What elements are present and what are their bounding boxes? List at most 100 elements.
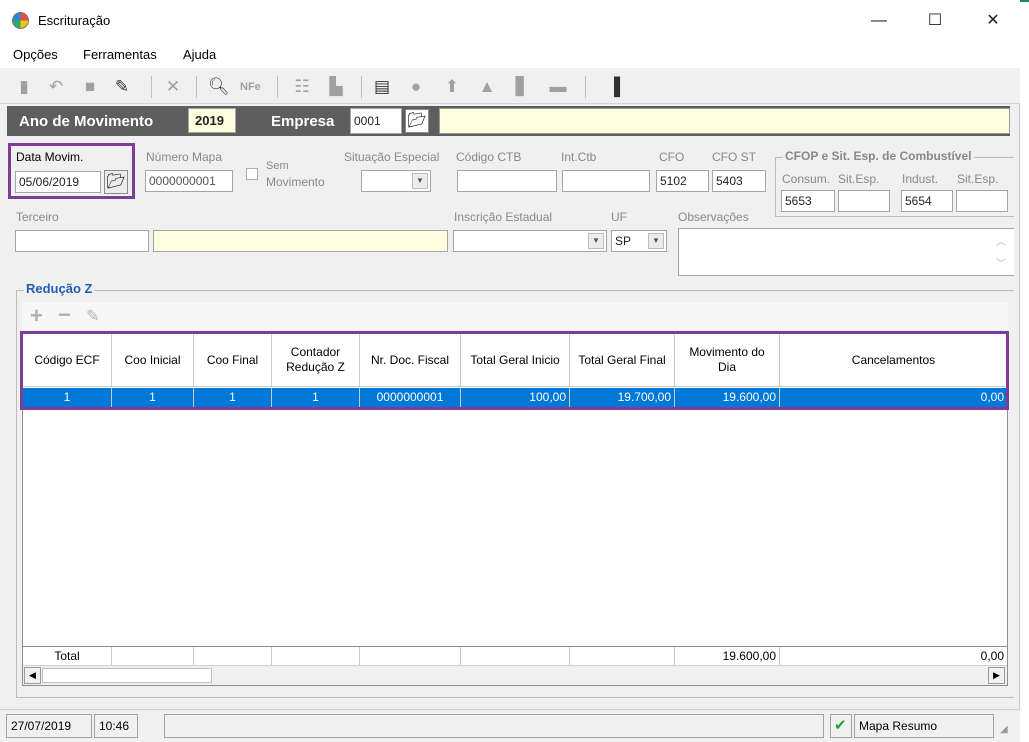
- combustivel-group-title: CFOP e Sit. Esp. de Combustível: [783, 149, 974, 163]
- data-movim-folder-icon[interactable]: 📂︎: [104, 170, 128, 194]
- codigo-ctb-label: Código CTB: [456, 150, 522, 164]
- sit-esp-label-1: Sit.Esp.: [838, 172, 880, 186]
- menu-ajuda[interactable]: Ajuda: [183, 47, 216, 62]
- undo-icon[interactable]: ↶: [46, 77, 66, 97]
- resize-grip-icon[interactable]: ◢: [1000, 724, 1008, 735]
- column-header-cancelamentos[interactable]: Cancelamentos: [780, 334, 1007, 387]
- column-header-total-geral-inicio[interactable]: Total Geral Inicio: [461, 334, 570, 387]
- status-date: 27/07/2019: [6, 714, 92, 738]
- inscricao-estadual-select[interactable]: ▼: [453, 230, 607, 252]
- scroll-right-icon[interactable]: ▶: [988, 667, 1005, 684]
- horizontal-scrollbar[interactable]: ◀ ▶: [23, 665, 1007, 685]
- footer-cell: [272, 647, 360, 665]
- terceiro-name-field[interactable]: [153, 230, 448, 252]
- write-icon[interactable]: ✎: [112, 77, 132, 97]
- cell-movimento-do-dia[interactable]: 19.600,00: [675, 388, 780, 407]
- chevron-down-icon: ▼: [412, 173, 428, 189]
- reducao-z-table: Código ECF Coo Inicial Coo Final Contado…: [22, 333, 1008, 686]
- consum-label: Consum.: [782, 172, 831, 186]
- consum-field[interactable]: 5653: [781, 190, 835, 212]
- maximize-button[interactable]: ☐: [912, 6, 958, 36]
- cell-coo-inicial[interactable]: 1: [112, 388, 194, 407]
- edit-icon[interactable]: ✎: [86, 306, 99, 326]
- column-header-total-geral-final[interactable]: Total Geral Final: [570, 334, 675, 387]
- situacao-especial-select[interactable]: ▼: [361, 170, 431, 192]
- table-row[interactable]: 1 1 1 1 0000000001 100,00 19.700,00 19.6…: [23, 388, 1007, 407]
- cell-total-geral-final[interactable]: 19.700,00: [570, 388, 675, 407]
- empresa-field[interactable]: 0001: [350, 108, 402, 134]
- nfe-icon[interactable]: NFe: [240, 77, 261, 97]
- edit-doc-icon[interactable]: ▤: [372, 77, 392, 97]
- consum-sit-esp-field[interactable]: [838, 190, 890, 212]
- footer-total-cancelamentos: 0,00: [980, 649, 1004, 663]
- footer-cell: [112, 647, 194, 665]
- cell-total-geral-inicio[interactable]: 100,00: [461, 388, 570, 407]
- dash-icon[interactable]: ▬: [548, 77, 568, 97]
- truck-icon[interactable]: ▙: [326, 77, 346, 97]
- indust-sit-esp-field[interactable]: [956, 190, 1008, 212]
- cell-coo-final[interactable]: 1: [194, 388, 272, 407]
- tree-icon[interactable]: ☷: [292, 77, 312, 97]
- column-header-movimento-do-dia[interactable]: Movimento do Dia: [675, 334, 780, 387]
- cfo-field[interactable]: 5102: [656, 170, 709, 192]
- codigo-ctb-field[interactable]: [457, 170, 557, 192]
- column-header-contador-reducao-z[interactable]: Contador Redução Z: [272, 334, 360, 387]
- numero-mapa-field[interactable]: 0000000001: [145, 170, 233, 192]
- sem-movimento-label-2: Movimento: [266, 175, 325, 189]
- toolbar-separator: [585, 76, 586, 98]
- uf-value: SP: [615, 234, 632, 248]
- delete-icon[interactable]: ✕: [163, 77, 183, 97]
- remove-icon[interactable]: −: [58, 302, 71, 328]
- window-title: Escrituração: [38, 13, 111, 28]
- indust-field[interactable]: 5654: [901, 190, 953, 212]
- column-header-codigo-ecf[interactable]: Código ECF: [23, 334, 112, 387]
- indust-label: Indust.: [902, 172, 939, 186]
- column-header-coo-final[interactable]: Coo Final: [194, 334, 272, 387]
- column-header-coo-inicial[interactable]: Coo Inicial: [112, 334, 194, 387]
- scroll-up-icon[interactable]: ︿: [996, 233, 1006, 253]
- cell-cancelamentos[interactable]: 0,00: [780, 388, 1007, 407]
- list-icon[interactable]: ▋: [512, 77, 532, 97]
- new-icon[interactable]: ▮: [14, 77, 34, 97]
- footer-total-movimento: 19.600,00: [675, 647, 780, 665]
- toolbar-separator: [151, 76, 152, 98]
- toolbar: ▮ ↶ ■ ✎ ✕ 🔍︎ NFe ☷ ▙ ▤ ● ⬆ ▲ ▋ ▬ ▐: [0, 68, 1020, 104]
- ano-movimento-label: Ano de Movimento: [19, 113, 154, 130]
- data-movim-field[interactable]: 05/06/2019: [15, 171, 101, 193]
- observacoes-label: Observações: [678, 210, 749, 224]
- minimize-button[interactable]: —: [856, 6, 902, 36]
- house-icon[interactable]: ▲: [477, 77, 497, 97]
- observacoes-textarea[interactable]: ︿ ﹀: [678, 228, 1014, 276]
- scrollbar-thumb[interactable]: [42, 668, 212, 683]
- status-mode: Mapa Resumo: [854, 714, 994, 738]
- cfo-st-field[interactable]: 5403: [712, 170, 766, 192]
- cfo-label: CFO: [659, 150, 685, 164]
- scroll-down-icon[interactable]: ﹀: [996, 255, 1006, 275]
- add-icon[interactable]: +: [30, 303, 43, 329]
- empresa-folder-icon[interactable]: 📂︎: [405, 109, 429, 133]
- status-time: 10:46: [94, 714, 138, 738]
- terceiro-code-field[interactable]: [15, 230, 149, 252]
- title-bar: Escrituração — ☐ ✕: [0, 0, 1020, 42]
- cell-contador-reducao-z[interactable]: 1: [272, 388, 360, 407]
- reducao-toolbar: + − ✎: [22, 302, 1008, 330]
- footer-cell: [570, 647, 675, 665]
- uf-select[interactable]: SP ▼: [611, 230, 667, 252]
- menu-opcoes[interactable]: Opções: [13, 47, 58, 62]
- preview-icon[interactable]: 🔍︎: [208, 77, 230, 97]
- cell-nr-doc-fiscal[interactable]: 0000000001: [360, 388, 461, 407]
- menu-ferramentas[interactable]: Ferramentas: [83, 47, 157, 62]
- scroll-left-icon[interactable]: ◀: [24, 667, 41, 684]
- close-button[interactable]: ✕: [970, 6, 1016, 36]
- int-ctb-field[interactable]: [562, 170, 650, 192]
- apple-icon[interactable]: ●: [406, 77, 426, 97]
- column-header-nr-doc-fiscal[interactable]: Nr. Doc. Fiscal: [360, 334, 461, 387]
- upload-icon[interactable]: ⬆: [442, 77, 462, 97]
- stop-icon[interactable]: ■: [80, 77, 100, 97]
- ano-movimento-field[interactable]: 2019: [188, 108, 236, 133]
- sem-movimento-checkbox[interactable]: [246, 168, 258, 180]
- exit-door-icon[interactable]: ▐: [604, 77, 624, 97]
- header-strip: Ano de Movimento 2019 Empresa 0001 📂︎: [7, 106, 1010, 136]
- footer-cell: [360, 647, 461, 665]
- cell-codigo-ecf[interactable]: 1: [23, 388, 112, 407]
